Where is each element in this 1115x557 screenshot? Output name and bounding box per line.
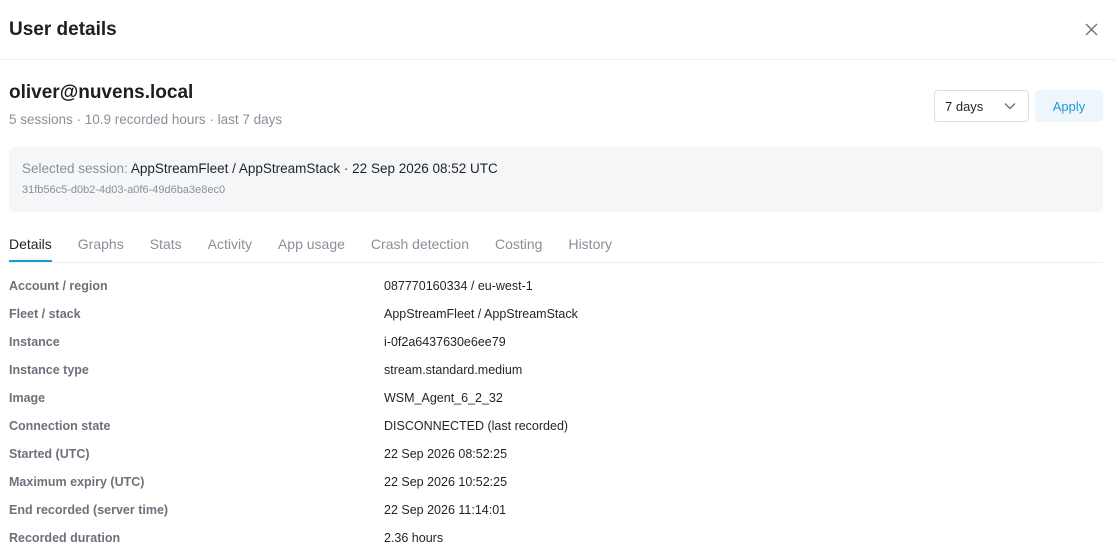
detail-value: 087770160334 / eu-west-1: [384, 279, 533, 293]
detail-row-fleet-stack: Fleet / stack AppStreamFleet / AppStream…: [9, 300, 1103, 328]
detail-value: 22 Sep 2026 08:52:25: [384, 447, 508, 461]
detail-row-maximum-expiry: Maximum expiry (UTC) 22 Sep 2026 10:52:2…: [9, 468, 1103, 496]
detail-row-instance-type: Instance type stream.standard.medium: [9, 356, 1103, 384]
detail-value: WSM_Agent_6_2_32: [384, 391, 503, 405]
close-icon: [1085, 23, 1097, 36]
user-summary: 5 sessions · 10.9 recorded hours · last …: [9, 112, 283, 127]
tab-history[interactable]: History: [568, 236, 612, 262]
detail-key: Image: [9, 391, 46, 405]
detail-key: Connection state: [9, 419, 111, 433]
detail-row-instance: Instance i-0f2a6437630e6ee79: [9, 328, 1103, 356]
close-button[interactable]: [1077, 16, 1105, 44]
dialog-header: User details: [0, 0, 1115, 60]
apply-button[interactable]: Apply: [1035, 90, 1103, 122]
tab-stats[interactable]: Stats: [150, 236, 182, 262]
range-select-value: 7 days: [945, 98, 984, 114]
detail-key: Maximum expiry (UTC): [9, 475, 145, 489]
tab-costing[interactable]: Costing: [495, 236, 542, 262]
detail-key: Account / region: [9, 279, 108, 293]
details-list: Account / region 087770160334 / eu-west-…: [9, 272, 1103, 552]
selected-session-value: AppStreamFleet / AppStreamStack · 22 Sep…: [130, 161, 498, 176]
chevron-down-icon: [1004, 103, 1016, 110]
range-select[interactable]: 7 days: [934, 90, 1029, 122]
user-block: oliver@nuvens.local 5 sessions · 10.9 re…: [9, 82, 282, 127]
selected-session-label: Selected session:: [22, 161, 128, 176]
selected-session-panel: Selected session: AppStreamFleet / AppSt…: [9, 147, 1103, 212]
detail-key: Instance: [9, 335, 60, 349]
detail-value: DISCONNECTED (last recorded): [384, 419, 569, 433]
detail-row-image: Image WSM_Agent_6_2_32: [9, 384, 1103, 412]
user-email: oliver@nuvens.local: [9, 82, 194, 103]
tab-crash-detection[interactable]: Crash detection: [371, 236, 469, 262]
selected-session-line: Selected session: AppStreamFleet / AppSt…: [22, 161, 1090, 176]
detail-row-recorded-duration: Recorded duration 2.36 hours: [9, 524, 1103, 552]
tab-bar: Details Graphs Stats Activity App usage …: [9, 236, 1103, 263]
detail-value: stream.standard.medium: [384, 363, 523, 377]
detail-key: Fleet / stack: [9, 307, 81, 321]
tab-app-usage[interactable]: App usage: [278, 236, 345, 262]
detail-value: 22 Sep 2026 10:52:25: [384, 475, 508, 489]
tab-details[interactable]: Details: [9, 236, 52, 262]
detail-key: End recorded (server time): [9, 503, 169, 517]
detail-key: Started (UTC): [9, 447, 90, 461]
detail-key: Instance type: [9, 363, 89, 377]
tab-activity[interactable]: Activity: [208, 236, 252, 262]
detail-row-end-recorded: End recorded (server time) 22 Sep 2026 1…: [9, 496, 1103, 524]
detail-row-started: Started (UTC) 22 Sep 2026 08:52:25: [9, 440, 1103, 468]
detail-key: Recorded duration: [9, 531, 121, 545]
tab-graphs[interactable]: Graphs: [78, 236, 124, 262]
range-controls: 7 days Apply: [934, 90, 1103, 122]
detail-value: i-0f2a6437630e6ee79: [384, 335, 506, 349]
detail-row-account-region: Account / region 087770160334 / eu-west-…: [9, 272, 1103, 300]
detail-value: 2.36 hours: [384, 531, 444, 545]
session-id: 31fb56c5-d0b2-4d03-a0f6-49d6ba3e8ec0: [22, 184, 226, 196]
detail-row-connection-state: Connection state DISCONNECTED (last reco…: [9, 412, 1103, 440]
dialog-title: User details: [9, 18, 117, 40]
detail-value: 22 Sep 2026 11:14:01: [384, 503, 507, 517]
detail-value: AppStreamFleet / AppStreamStack: [384, 307, 578, 321]
